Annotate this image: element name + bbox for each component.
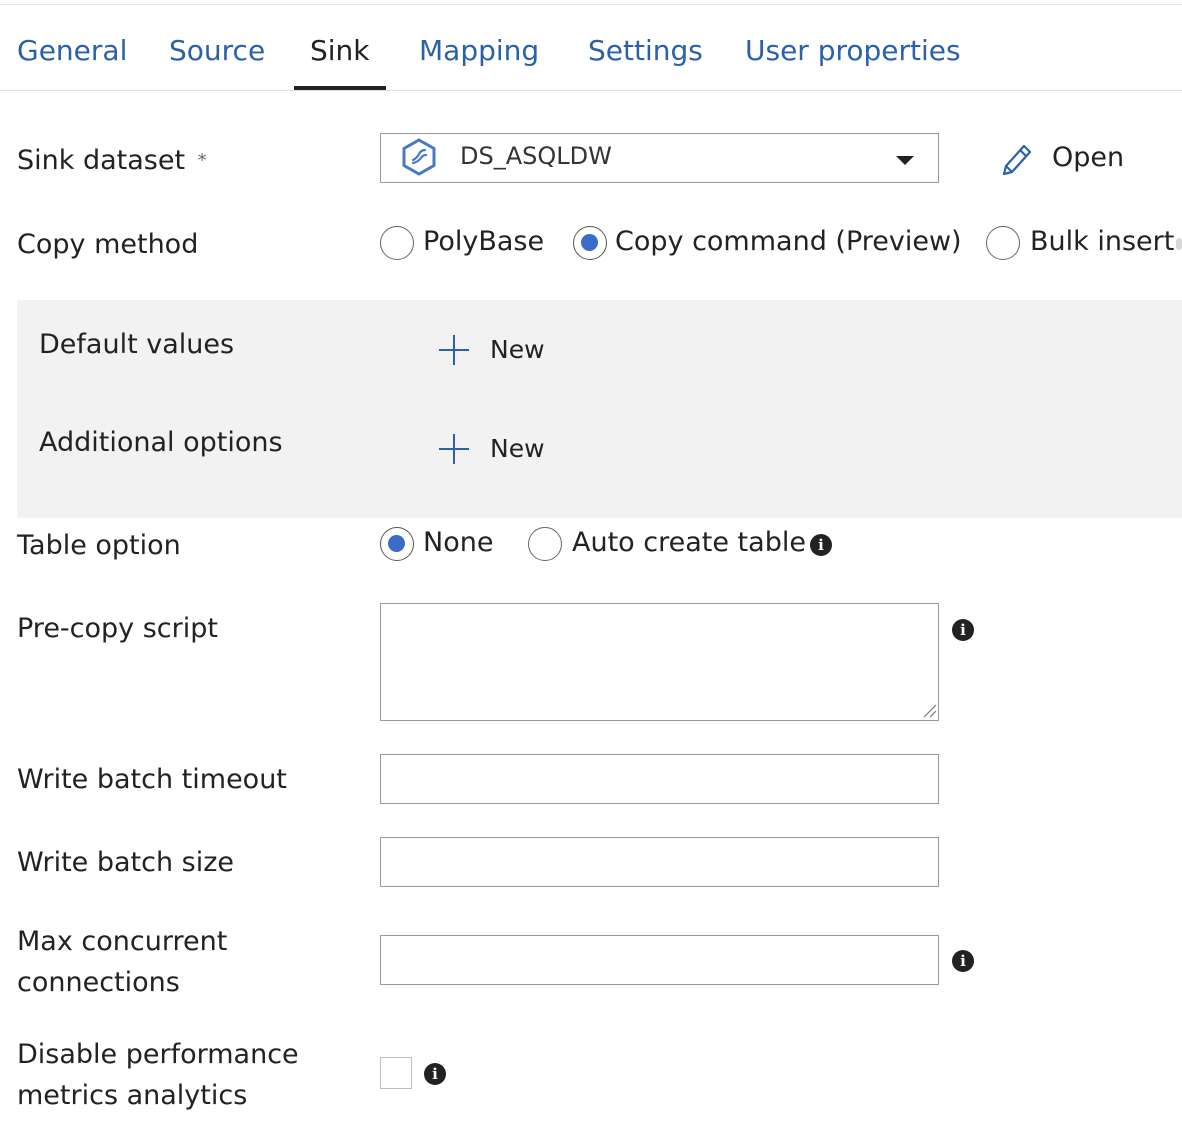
radio-none-label[interactable]: None [423,527,493,558]
table-option-label: Table option [17,530,181,561]
radio-copy-command-label[interactable]: Copy command (Preview) [615,226,962,257]
sql-datawarehouse-icon [402,138,436,176]
default-values-new-button[interactable]: New [490,335,545,364]
write-batch-size-label: Write batch size [17,847,235,878]
radio-bulk-insert-label[interactable]: Bulk insert [1030,226,1174,257]
max-concurrent-connections-label-line1: Max concurrent [17,926,228,957]
tab-sink[interactable]: Sink [310,34,370,67]
tab-settings[interactable]: Settings [588,34,703,67]
required-asterisk: * [197,150,207,171]
radio-auto-create-table-label[interactable]: Auto create table [572,527,806,558]
radio-polybase-label[interactable]: PolyBase [423,226,544,257]
sink-dataset-label: Sink dataset * [17,140,207,181]
max-concurrent-connections-input[interactable] [380,935,939,985]
info-icon[interactable]: i [810,534,832,556]
copy-method-label: Copy method [17,229,199,260]
default-values-label: Default values [39,329,235,360]
tab-user-properties[interactable]: User properties [745,34,961,67]
disable-performance-label-line2: metrics analytics [17,1080,248,1111]
sink-dataset-value: DS_ASQLDW [460,142,612,170]
tab-general[interactable]: General [17,34,127,67]
pre-copy-script-textarea[interactable] [380,603,939,721]
resize-handle-icon[interactable] [918,699,938,719]
write-batch-timeout-label: Write batch timeout [17,764,287,795]
radio-none[interactable] [380,527,414,561]
write-batch-size-input[interactable] [380,837,939,887]
disable-performance-label-line1: Disable performance [17,1039,299,1070]
info-icon[interactable]: i [952,950,974,972]
info-icon[interactable]: i [952,619,974,641]
disable-performance-checkbox[interactable] [380,1057,412,1089]
plus-icon[interactable] [437,333,471,367]
info-icon[interactable]: i [424,1063,446,1085]
plus-icon[interactable] [437,432,471,466]
max-concurrent-connections-label-line2: connections [17,967,180,998]
pre-copy-script-label: Pre-copy script [17,613,218,644]
radio-auto-create-table[interactable] [528,527,562,561]
additional-options-label: Additional options [39,427,283,458]
sink-dataset-label-text: Sink dataset [17,145,186,176]
radio-polybase[interactable] [380,226,414,260]
chevron-down-icon[interactable] [896,156,914,165]
write-batch-timeout-input[interactable] [380,754,939,804]
open-dataset-label: Open [1052,142,1125,173]
tab-mapping[interactable]: Mapping [419,34,539,67]
additional-options-new-button[interactable]: New [490,434,545,463]
radio-bulk-insert[interactable] [986,226,1020,260]
tab-source[interactable]: Source [169,34,265,67]
pencil-icon [1002,144,1032,176]
overflow-indicator [1176,238,1182,250]
tabs-divider [0,90,1182,91]
radio-copy-command[interactable] [573,226,607,260]
top-divider [0,4,1182,5]
